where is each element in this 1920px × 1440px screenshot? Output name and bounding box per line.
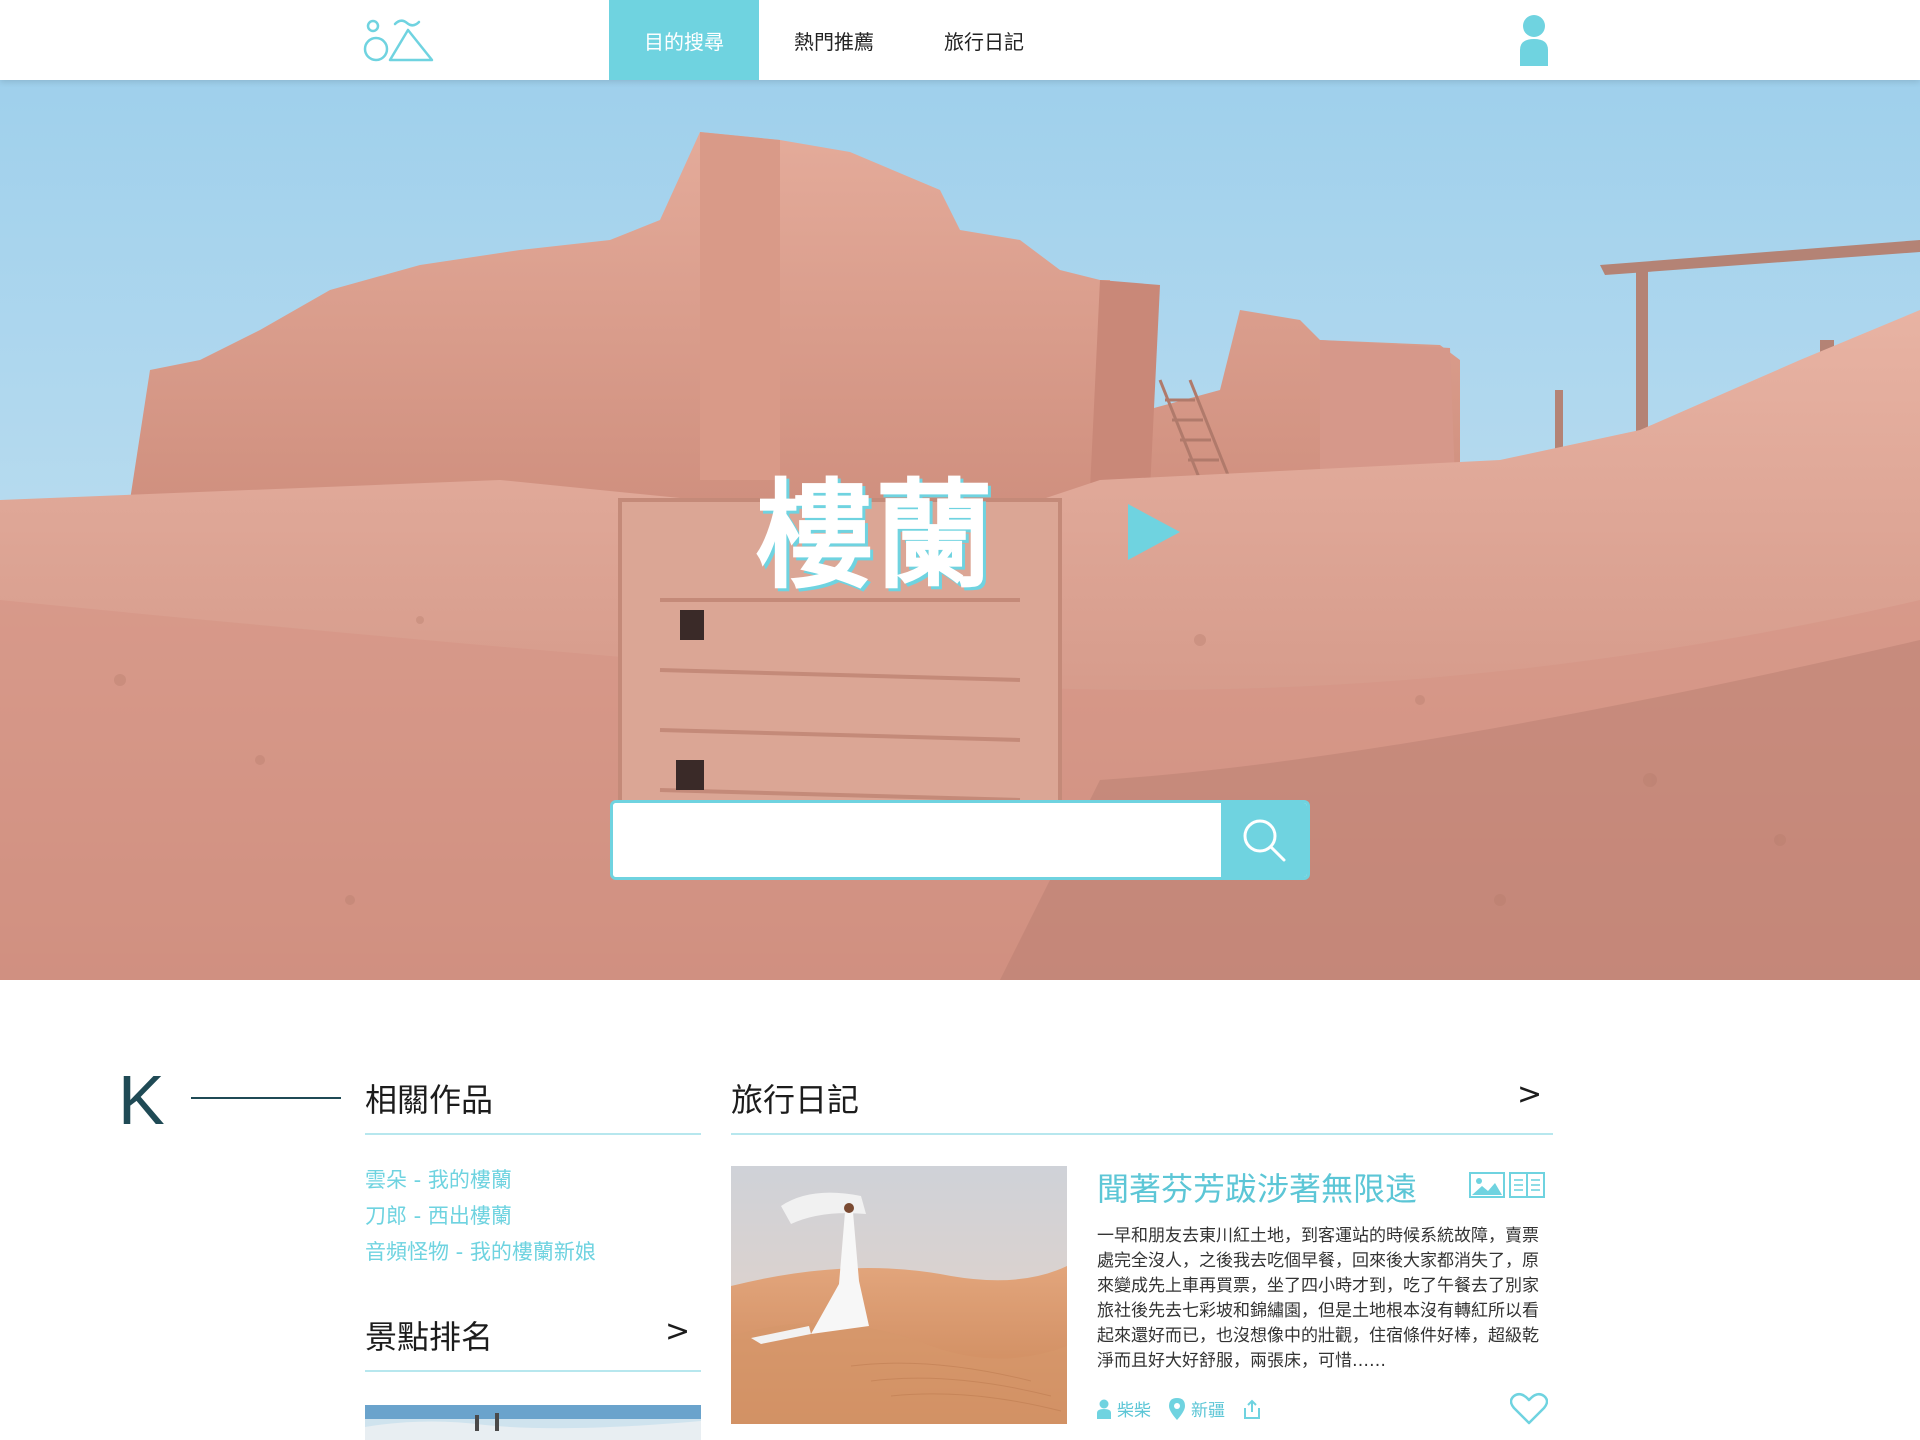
share-icon[interactable] bbox=[1243, 1399, 1261, 1419]
location-pin-icon bbox=[1169, 1397, 1185, 1420]
image-icon bbox=[1469, 1172, 1505, 1198]
post-location[interactable]: 新疆 bbox=[1169, 1396, 1225, 1421]
diary-section-title: 旅行日記 bbox=[731, 1081, 860, 1119]
diary-section-header: 旅行日記 > bbox=[731, 1075, 1553, 1135]
hero-banner: 樓蘭 bbox=[0, 80, 1920, 980]
works-section-header: 相關作品 bbox=[365, 1075, 701, 1135]
side-divider bbox=[191, 1097, 341, 1099]
work-link-2[interactable]: 刀郎 - 西出樓蘭 bbox=[365, 1198, 701, 1234]
heart-icon[interactable] bbox=[1510, 1392, 1548, 1426]
diary-more-chevron[interactable]: > bbox=[1517, 1077, 1542, 1112]
top-nav-bar: 目的搜尋 熱門推薦 旅行日記 bbox=[0, 0, 1920, 80]
search-button[interactable] bbox=[1221, 803, 1307, 877]
diary-post-type-icons bbox=[1469, 1172, 1545, 1198]
works-list: 雲朵 - 我的樓蘭 刀郎 - 西出樓蘭 音頻怪物 - 我的樓蘭新娘 bbox=[365, 1162, 701, 1270]
search-icon bbox=[1243, 819, 1286, 862]
play-icon[interactable] bbox=[1128, 504, 1180, 560]
ranking-section-header: 景點排名 > bbox=[365, 1312, 701, 1372]
post-author[interactable]: 柴柴 bbox=[1097, 1396, 1151, 1421]
book-icon bbox=[1509, 1172, 1545, 1198]
ranking-more-chevron[interactable]: > bbox=[665, 1314, 690, 1349]
work-link-1[interactable]: 雲朵 - 我的樓蘭 bbox=[365, 1162, 701, 1198]
user-icon[interactable] bbox=[1518, 14, 1550, 66]
destination-title: 樓蘭 bbox=[754, 467, 995, 605]
tab-destination-search[interactable]: 目的搜尋 bbox=[609, 0, 759, 80]
main-nav: 目的搜尋 熱門推薦 旅行日記 bbox=[609, 0, 1059, 80]
ranking-thumbnail[interactable] bbox=[365, 1405, 701, 1440]
diary-post-title[interactable]: 聞著芬芳跋涉著無限遠 bbox=[1097, 1164, 1417, 1210]
post-author-name: 柴柴 bbox=[1117, 1401, 1151, 1421]
side-letter-mark: K bbox=[118, 1061, 165, 1139]
tab-popular[interactable]: 熱門推薦 bbox=[759, 0, 909, 80]
search-input[interactable] bbox=[613, 803, 1221, 877]
diary-post-photo[interactable] bbox=[731, 1166, 1067, 1424]
ranking-section-title: 景點排名 bbox=[365, 1318, 494, 1356]
search-bar bbox=[610, 800, 1310, 880]
diary-post-excerpt: 一早和朋友去東川紅土地，到客運站的時候系統故障，賣票處完全沒人，之後我去吃個早餐… bbox=[1097, 1226, 1539, 1371]
post-location-name: 新疆 bbox=[1191, 1401, 1225, 1421]
works-section-title: 相關作品 bbox=[365, 1081, 494, 1119]
diary-post-meta: 柴柴 新疆 bbox=[1097, 1396, 1261, 1421]
work-link-3[interactable]: 音頻怪物 - 我的樓蘭新娘 bbox=[365, 1234, 701, 1270]
logo-icon[interactable] bbox=[362, 16, 434, 64]
author-icon bbox=[1097, 1399, 1111, 1419]
tab-travel-diary[interactable]: 旅行日記 bbox=[909, 0, 1059, 80]
